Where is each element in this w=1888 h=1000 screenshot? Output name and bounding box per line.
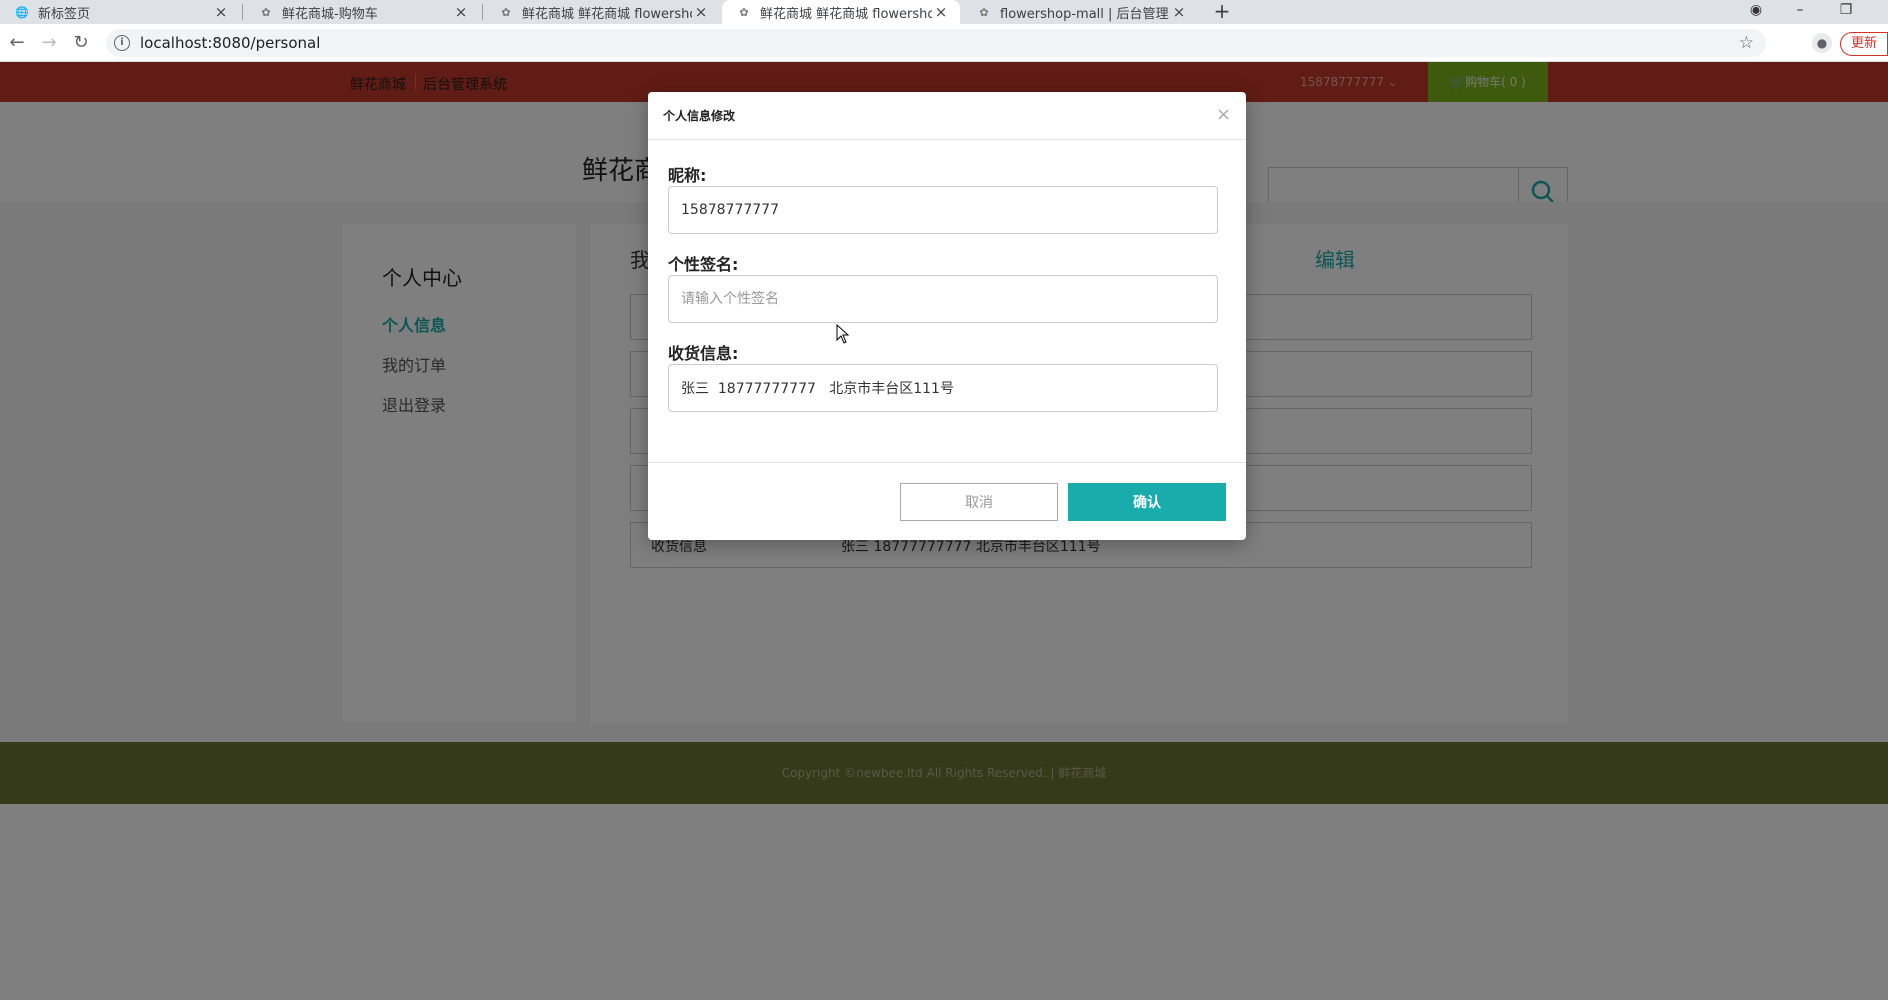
browser-tab[interactable]: ✿ flowershop-mall | 后台管理系统 × xyxy=(962,0,1198,24)
back-icon[interactable]: ← xyxy=(6,32,28,54)
tab-title: 鲜花商城 鲜花商城 flowershop xyxy=(522,6,692,22)
flower-favicon-icon: ✿ xyxy=(501,5,511,19)
flower-favicon-icon: ✿ xyxy=(739,5,749,19)
close-tab-icon[interactable]: × xyxy=(692,3,710,21)
restore-icon[interactable]: ❐ xyxy=(1826,0,1866,24)
close-tab-icon[interactable]: × xyxy=(932,3,950,21)
browser-tab[interactable]: ✿ 鲜花商城 鲜花商城 flowershop × xyxy=(484,0,720,24)
close-tab-icon[interactable]: × xyxy=(212,3,230,21)
close-tab-icon[interactable]: × xyxy=(1170,3,1188,21)
dialog-header: 个人信息修改 × xyxy=(648,92,1246,140)
new-tab-icon[interactable]: + xyxy=(1210,0,1234,24)
nickname-label: 昵称: xyxy=(668,166,707,185)
confirm-button[interactable]: 确认 xyxy=(1068,483,1226,521)
address-label: 收货信息: xyxy=(668,344,739,363)
flower-favicon-icon: ✿ xyxy=(261,5,271,19)
url-field[interactable]: i localhost:8080/personal ☆ xyxy=(106,29,1766,57)
forward-icon[interactable]: → xyxy=(38,32,60,54)
profile-avatar-icon[interactable]: ● xyxy=(1812,33,1832,53)
browser-tab[interactable]: 🌐 新标签页 × xyxy=(0,0,240,24)
nickname-input[interactable] xyxy=(668,186,1218,234)
update-button[interactable]: 更新 xyxy=(1840,32,1888,56)
globe-icon: 🌐 xyxy=(15,5,29,19)
info-icon[interactable]: i xyxy=(114,35,130,51)
browser-tab-active[interactable]: ✿ 鲜花商城 鲜花商城 flowershop × xyxy=(722,0,960,24)
edit-profile-dialog: 个人信息修改 × 昵称: 个性签名: 收货信息: 取消 确认 xyxy=(648,92,1246,540)
close-icon[interactable]: × xyxy=(1216,104,1231,125)
tab-title: 鲜花商城-购物车 xyxy=(282,6,378,22)
cancel-button[interactable]: 取消 xyxy=(900,483,1058,521)
address-input[interactable] xyxy=(668,364,1218,412)
web-page: 鲜花商城 后台管理系统 15878777777 ⌄ 🛒购物车( 0 ) 鲜花商 … xyxy=(0,62,1888,1000)
minimize-icon[interactable]: – xyxy=(1780,0,1820,24)
tab-search-icon[interactable]: ◉ xyxy=(1736,0,1776,24)
browser-tab-bar: 🌐 新标签页 × ✿ 鲜花商城-购物车 × ✿ 鲜花商城 鲜花商城 flower… xyxy=(0,0,1888,24)
browser-address-bar: ← → ↻ i localhost:8080/personal ☆ ● 更新 xyxy=(0,24,1888,62)
bookmark-star-icon[interactable]: ☆ xyxy=(1739,33,1754,53)
dialog-title: 个人信息修改 xyxy=(663,109,736,123)
tab-separator xyxy=(242,4,243,20)
tab-title: flowershop-mall | 后台管理系统 xyxy=(1000,6,1170,22)
reload-icon[interactable]: ↻ xyxy=(70,32,92,54)
browser-tab[interactable]: ✿ 鲜花商城-购物车 × xyxy=(244,0,480,24)
close-tab-icon[interactable]: × xyxy=(452,3,470,21)
tab-title: 鲜花商城 鲜花商城 flowershop xyxy=(760,6,932,22)
dialog-footer: 取消 确认 xyxy=(648,462,1246,540)
tab-separator xyxy=(482,4,483,20)
tab-title: 新标签页 xyxy=(38,6,91,22)
flower-favicon-icon: ✿ xyxy=(979,5,989,19)
url-text: localhost:8080/personal xyxy=(140,34,321,52)
signature-label: 个性签名: xyxy=(668,255,739,274)
mouse-cursor-icon xyxy=(836,324,850,344)
signature-input[interactable] xyxy=(668,275,1218,323)
